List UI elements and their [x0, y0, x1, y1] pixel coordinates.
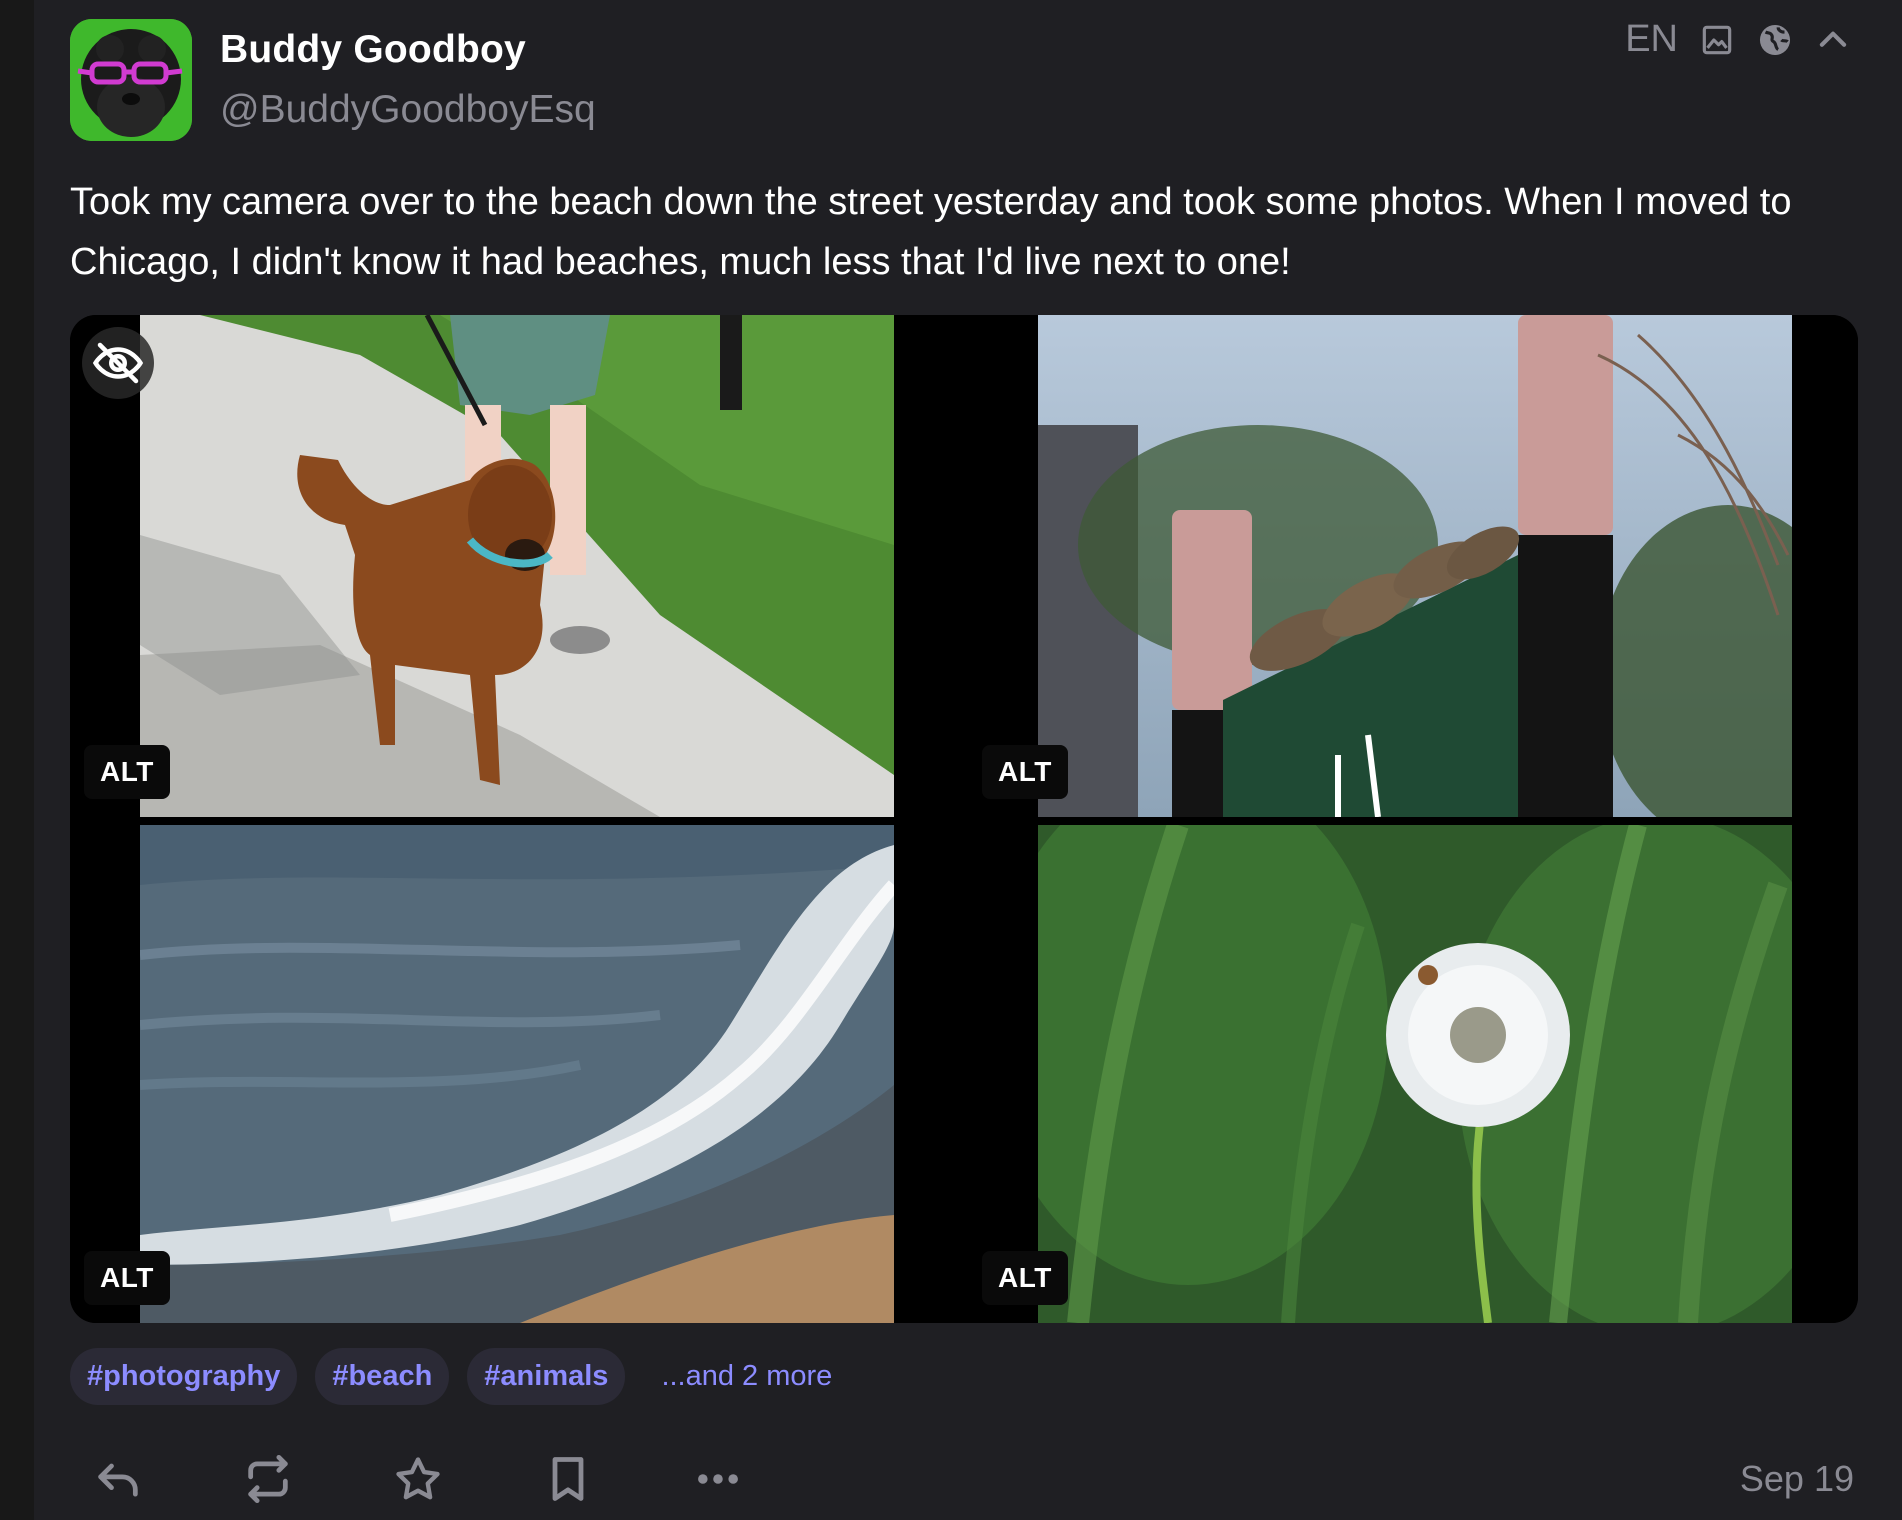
lake-wave-photo — [140, 825, 894, 1323]
status-content: Took my camera over to the beach down th… — [70, 181, 1792, 283]
bookmark-icon[interactable] — [542, 1453, 594, 1505]
hashtag-beach[interactable]: #beach — [315, 1348, 450, 1405]
status-card: Buddy Goodboy @BuddyGoodboyEsq EN Took m… — [34, 0, 1902, 1520]
status-timestamp[interactable]: Sep 19 — [1740, 1458, 1854, 1500]
status-actions — [92, 1453, 744, 1505]
hashtag-animals[interactable]: #animals — [467, 1348, 626, 1405]
hide-media-button[interactable] — [82, 327, 154, 399]
media-item-sparrows[interactable]: ALT — [968, 315, 1858, 817]
more-hashtags-link[interactable]: ...and 2 more — [643, 1360, 832, 1393]
more-icon[interactable] — [692, 1453, 744, 1505]
image-icon — [1698, 21, 1736, 59]
account-handle[interactable]: @BuddyGoodboyEsq — [220, 88, 596, 132]
alt-badge[interactable]: ALT — [84, 745, 170, 799]
dog-walking-photo — [140, 315, 894, 817]
media-item-dog[interactable]: ALT — [70, 315, 960, 817]
avatar[interactable] — [70, 19, 192, 141]
media-gallery: ALT ALT ALT ALT — [70, 315, 1858, 1323]
hashtag-photography[interactable]: #photography — [70, 1348, 298, 1405]
avatar-image — [70, 19, 192, 141]
favourite-icon[interactable] — [392, 1453, 444, 1505]
alt-badge[interactable]: ALT — [84, 1251, 170, 1305]
alt-badge[interactable]: ALT — [982, 1251, 1068, 1305]
media-item-dandelion[interactable]: ALT — [968, 825, 1858, 1323]
hashtag-bar: #photography #beach #animals ...and 2 mo… — [70, 1348, 832, 1405]
status-meta: EN — [1625, 18, 1852, 61]
eye-off-icon — [92, 342, 144, 384]
collapse-chevron-up-icon[interactable] — [1814, 21, 1852, 59]
alt-badge[interactable]: ALT — [982, 745, 1068, 799]
boost-icon[interactable] — [242, 1453, 294, 1505]
globe-icon[interactable] — [1756, 21, 1794, 59]
language-label: EN — [1625, 18, 1678, 60]
dandelion-photo — [1038, 825, 1792, 1323]
display-name[interactable]: Buddy Goodboy — [220, 28, 526, 72]
sparrows-on-sign-photo — [1038, 315, 1792, 817]
reply-icon[interactable] — [92, 1453, 144, 1505]
media-item-wave[interactable]: ALT — [70, 825, 960, 1323]
